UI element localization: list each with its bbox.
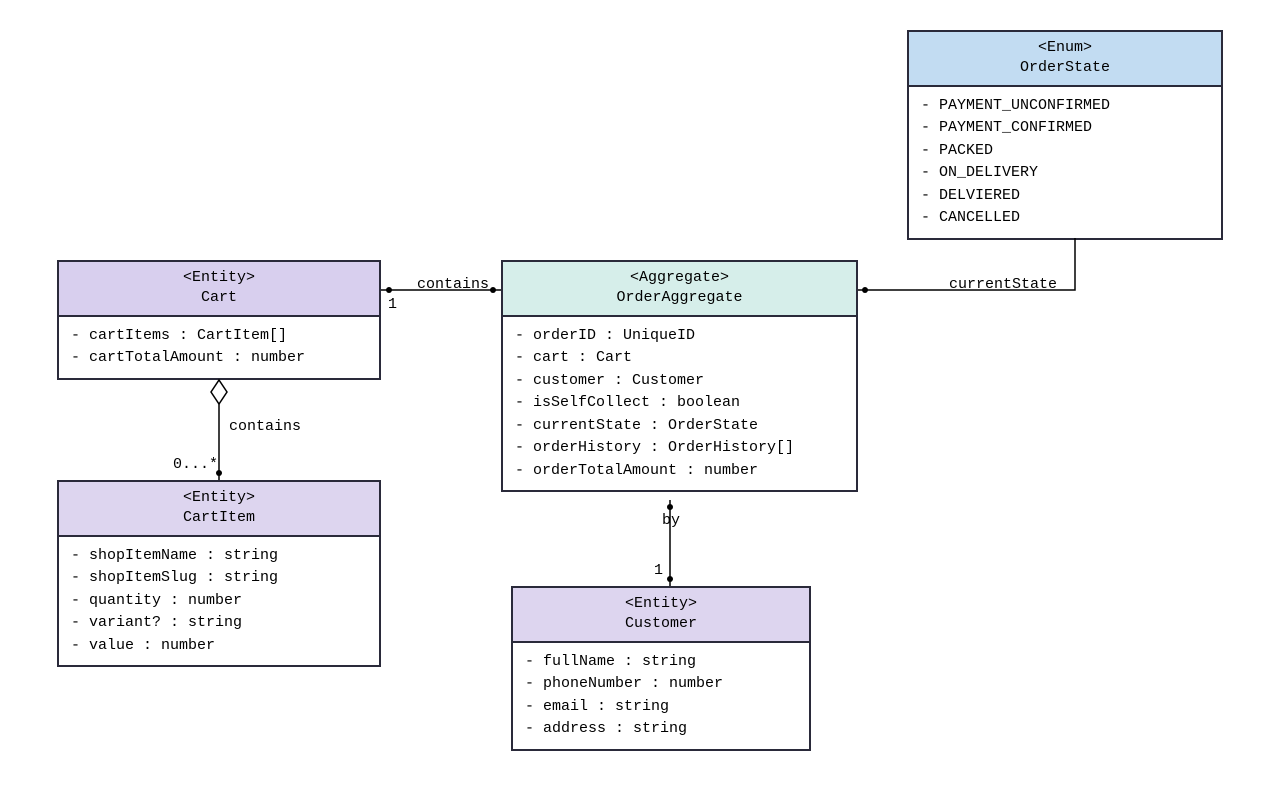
class-box-customer: <Entity> Customer - fullName : string - … — [511, 586, 811, 751]
stereotype: <Entity> — [69, 268, 369, 288]
edge-label-currentstate: currentState — [949, 276, 1057, 293]
class-header: <Enum> OrderState — [909, 32, 1221, 87]
attr: - PAYMENT_UNCONFIRMED — [921, 95, 1209, 118]
attr: - customer : Customer — [515, 370, 844, 393]
attr: - orderID : UniqueID — [515, 325, 844, 348]
edge-label-contains-cart-cartitem: contains — [229, 418, 301, 435]
attr: - shopItemName : string — [71, 545, 367, 568]
edge-label-contains-cart-order: contains — [417, 276, 489, 293]
attr: - DELVIERED — [921, 185, 1209, 208]
attr: - PAYMENT_CONFIRMED — [921, 117, 1209, 140]
class-name: Cart — [69, 288, 369, 308]
attr: - cart : Cart — [515, 347, 844, 370]
attr: - variant? : string — [71, 612, 367, 635]
attr: - cartTotalAmount : number — [71, 347, 367, 370]
attr: - isSelfCollect : boolean — [515, 392, 844, 415]
attr: - PACKED — [921, 140, 1209, 163]
attr: - fullName : string — [525, 651, 797, 674]
attr: - address : string — [525, 718, 797, 741]
class-name: Customer — [523, 614, 799, 634]
class-box-orderaggregate: <Aggregate> OrderAggregate - orderID : U… — [501, 260, 858, 492]
attr: - shopItemSlug : string — [71, 567, 367, 590]
class-name: OrderState — [919, 58, 1211, 78]
edge-mult-cart-cartitem: 0...* — [173, 456, 218, 473]
attr: - email : string — [525, 696, 797, 719]
class-name: OrderAggregate — [513, 288, 846, 308]
stereotype: <Entity> — [523, 594, 799, 614]
class-box-cartitem: <Entity> CartItem - shopItemName : strin… — [57, 480, 381, 667]
attr: - CANCELLED — [921, 207, 1209, 230]
class-box-orderstate: <Enum> OrderState - PAYMENT_UNCONFIRMED … — [907, 30, 1223, 240]
attr: - ON_DELIVERY — [921, 162, 1209, 185]
attr: - currentState : OrderState — [515, 415, 844, 438]
class-header: <Entity> Customer — [513, 588, 809, 643]
class-header: <Entity> Cart — [59, 262, 379, 317]
class-header: <Aggregate> OrderAggregate — [503, 262, 856, 317]
class-box-cart: <Entity> Cart - cartItems : CartItem[] -… — [57, 260, 381, 380]
class-body: - PAYMENT_UNCONFIRMED - PAYMENT_CONFIRME… — [909, 87, 1221, 238]
attr: - orderHistory : OrderHistory[] — [515, 437, 844, 460]
class-body: - shopItemName : string - shopItemSlug :… — [59, 537, 379, 666]
stereotype: <Entity> — [69, 488, 369, 508]
attr: - quantity : number — [71, 590, 367, 613]
attr: - value : number — [71, 635, 367, 658]
class-body: - fullName : string - phoneNumber : numb… — [513, 643, 809, 749]
stereotype: <Enum> — [919, 38, 1211, 58]
class-name: CartItem — [69, 508, 369, 528]
edge-mult-by: 1 — [654, 562, 663, 579]
edge-label-by: by — [662, 512, 680, 529]
attr: - phoneNumber : number — [525, 673, 797, 696]
class-header: <Entity> CartItem — [59, 482, 379, 537]
attr: - cartItems : CartItem[] — [71, 325, 367, 348]
class-body: - orderID : UniqueID - cart : Cart - cus… — [503, 317, 856, 491]
attr: - orderTotalAmount : number — [515, 460, 844, 483]
class-body: - cartItems : CartItem[] - cartTotalAmou… — [59, 317, 379, 378]
stereotype: <Aggregate> — [513, 268, 846, 288]
uml-canvas: <Enum> OrderState - PAYMENT_UNCONFIRMED … — [0, 0, 1262, 791]
edge-mult-cart-order: 1 — [388, 296, 397, 313]
